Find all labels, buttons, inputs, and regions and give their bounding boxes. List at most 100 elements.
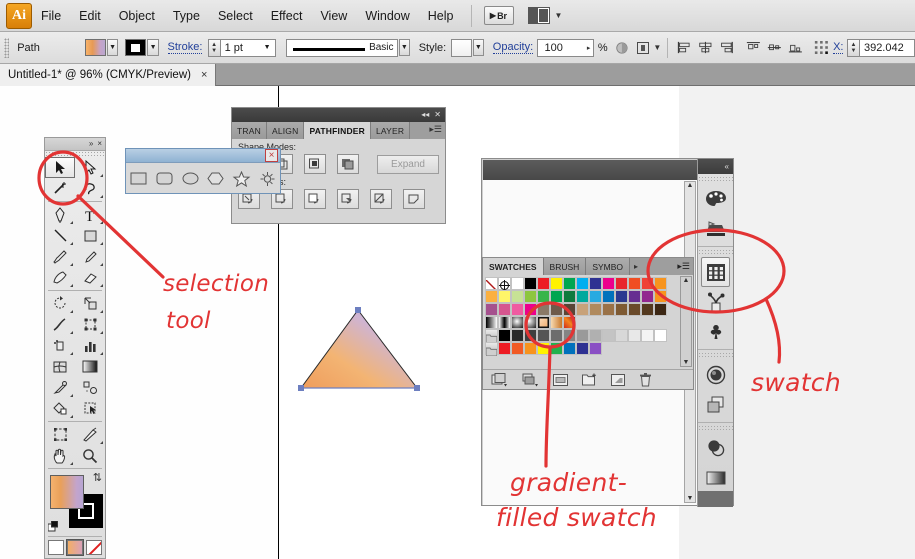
flare-tool[interactable] <box>254 164 280 194</box>
swatch-color[interactable] <box>589 277 602 290</box>
opacity-field[interactable]: 100 ▸ <box>537 38 595 57</box>
swatch-gray[interactable] <box>550 329 563 342</box>
swatch-color[interactable] <box>602 290 615 303</box>
brushes-panel-icon[interactable] <box>698 287 733 317</box>
scroll-up-icon[interactable]: ▲ <box>683 277 690 284</box>
dock-collapse-bar[interactable]: « <box>698 159 733 174</box>
swatches-grid-area[interactable]: ▲ ▼ <box>483 275 693 368</box>
tab-pathfinder[interactable]: PATHFINDER <box>304 122 371 139</box>
swatch-color[interactable] <box>654 303 667 316</box>
menu-edit[interactable]: Edit <box>70 6 110 26</box>
swatch-libraries-menu-button[interactable] <box>491 372 508 387</box>
graphic-style-swatch[interactable] <box>450 38 472 57</box>
distribute-center-icon[interactable] <box>767 40 782 55</box>
menu-file[interactable]: File <box>32 6 70 26</box>
menu-select[interactable]: Select <box>209 6 262 26</box>
opacity-flyout-icon[interactable]: ▸ <box>587 44 591 52</box>
gradient-mode-button[interactable] <box>67 540 83 555</box>
tab-transform[interactable]: TRAN <box>232 122 267 139</box>
mesh-tool[interactable] <box>45 356 75 377</box>
pathfinder-title-bar[interactable]: ◂◂ ✕ <box>232 108 445 122</box>
scale-tool[interactable] <box>75 293 105 314</box>
swatch-color[interactable] <box>589 303 602 316</box>
polygon-tool[interactable] <box>203 164 229 194</box>
fill-color-swatch[interactable] <box>84 39 106 56</box>
swatch-color[interactable] <box>641 290 654 303</box>
magic-wand-tool[interactable] <box>45 178 75 199</box>
distribute-top-icon[interactable] <box>746 40 761 55</box>
stroke-weight-stepper[interactable]: ▲ ▼ <box>207 38 220 57</box>
color-panel-icon[interactable] <box>698 184 733 214</box>
gradient-tool[interactable] <box>75 356 105 377</box>
swatch-gradient[interactable] <box>511 316 524 329</box>
line-segment-tool[interactable] <box>45 225 75 246</box>
swatch-color[interactable] <box>511 290 524 303</box>
distribute-bottom-icon[interactable] <box>788 40 803 55</box>
lasso-tool[interactable] <box>75 178 105 199</box>
menu-effect[interactable]: Effect <box>262 6 312 26</box>
rectangle-tool[interactable] <box>126 164 152 194</box>
tab-symbols[interactable]: SYMBO <box>586 258 631 275</box>
type-tool[interactable]: T <box>75 204 105 225</box>
stroke-profile-dropdown-arrow[interactable]: ▼ <box>398 39 411 56</box>
dock-title-bar[interactable] <box>483 160 699 180</box>
expand-button[interactable]: Expand <box>377 154 439 174</box>
menu-window[interactable]: Window <box>356 6 418 26</box>
swatch-black[interactable] <box>524 277 537 290</box>
swatch-white[interactable] <box>511 277 524 290</box>
swatch-color[interactable] <box>485 303 498 316</box>
stroke-color-swatch[interactable] <box>125 39 147 56</box>
hand-tool[interactable] <box>45 445 75 466</box>
swatch-color[interactable] <box>602 303 615 316</box>
swatch-color[interactable] <box>524 290 537 303</box>
swatch-color[interactable] <box>589 342 602 355</box>
swatch-gray[interactable] <box>511 329 524 342</box>
panel-menu-icon[interactable]: ▸☰ <box>429 124 442 135</box>
tools-panel-header[interactable]: » × <box>45 138 105 151</box>
stroke-profile-field[interactable]: Basic <box>285 38 398 57</box>
menu-view[interactable]: View <box>311 6 356 26</box>
ellipse-tool[interactable] <box>177 164 203 194</box>
collapse-icon[interactable]: ◂◂ <box>421 111 429 119</box>
swatch-color[interactable] <box>550 290 563 303</box>
swatch-gradient[interactable] <box>498 316 511 329</box>
stroke-weight-label[interactable]: Stroke: <box>167 41 203 54</box>
swatch-color[interactable] <box>537 277 550 290</box>
width-tool[interactable] <box>45 314 75 335</box>
swatch-color[interactable] <box>537 290 550 303</box>
swatch-group-folder-icon[interactable] <box>485 342 498 357</box>
swatch-gray[interactable] <box>537 329 550 342</box>
close-icon[interactable]: ✕ <box>434 111 441 119</box>
swatch-gray[interactable] <box>589 329 602 342</box>
swatch-none[interactable] <box>485 277 498 290</box>
swatch-color[interactable] <box>550 342 563 355</box>
swatch-gray[interactable] <box>563 329 576 342</box>
swatch-gray[interactable] <box>498 329 511 342</box>
menu-help[interactable]: Help <box>419 6 463 26</box>
swatch-pattern-fire[interactable] <box>563 316 576 329</box>
exclude-button[interactable] <box>337 154 359 174</box>
eraser-tool[interactable] <box>75 267 105 288</box>
none-mode-button[interactable] <box>86 540 102 555</box>
dock-group-grip[interactable] <box>698 352 733 358</box>
align-left-icon[interactable] <box>677 40 692 55</box>
new-swatch-button[interactable] <box>611 373 625 386</box>
delete-swatch-button[interactable] <box>639 372 652 387</box>
swatch-gradient-orange-selected[interactable] <box>537 316 550 329</box>
swatch-color[interactable] <box>550 277 563 290</box>
go-to-bridge-button[interactable]: ▶ Br <box>483 6 514 25</box>
artboard-tool[interactable] <box>45 424 75 445</box>
menu-object[interactable]: Object <box>110 6 164 26</box>
close-icon[interactable]: × <box>201 69 207 81</box>
default-fill-stroke-icon[interactable] <box>48 521 59 532</box>
swatch-group-folder-icon[interactable] <box>485 329 498 344</box>
swatch-color[interactable] <box>563 342 576 355</box>
swatch-color[interactable] <box>576 342 589 355</box>
swatch-color[interactable] <box>563 277 576 290</box>
direct-selection-tool[interactable] <box>75 157 105 178</box>
swatch-color[interactable] <box>485 290 498 303</box>
color-mode-button[interactable] <box>48 540 64 555</box>
appearance-panel-icon[interactable] <box>698 360 733 390</box>
swatch-registration[interactable] <box>498 277 511 291</box>
swatch-color[interactable] <box>615 277 628 290</box>
